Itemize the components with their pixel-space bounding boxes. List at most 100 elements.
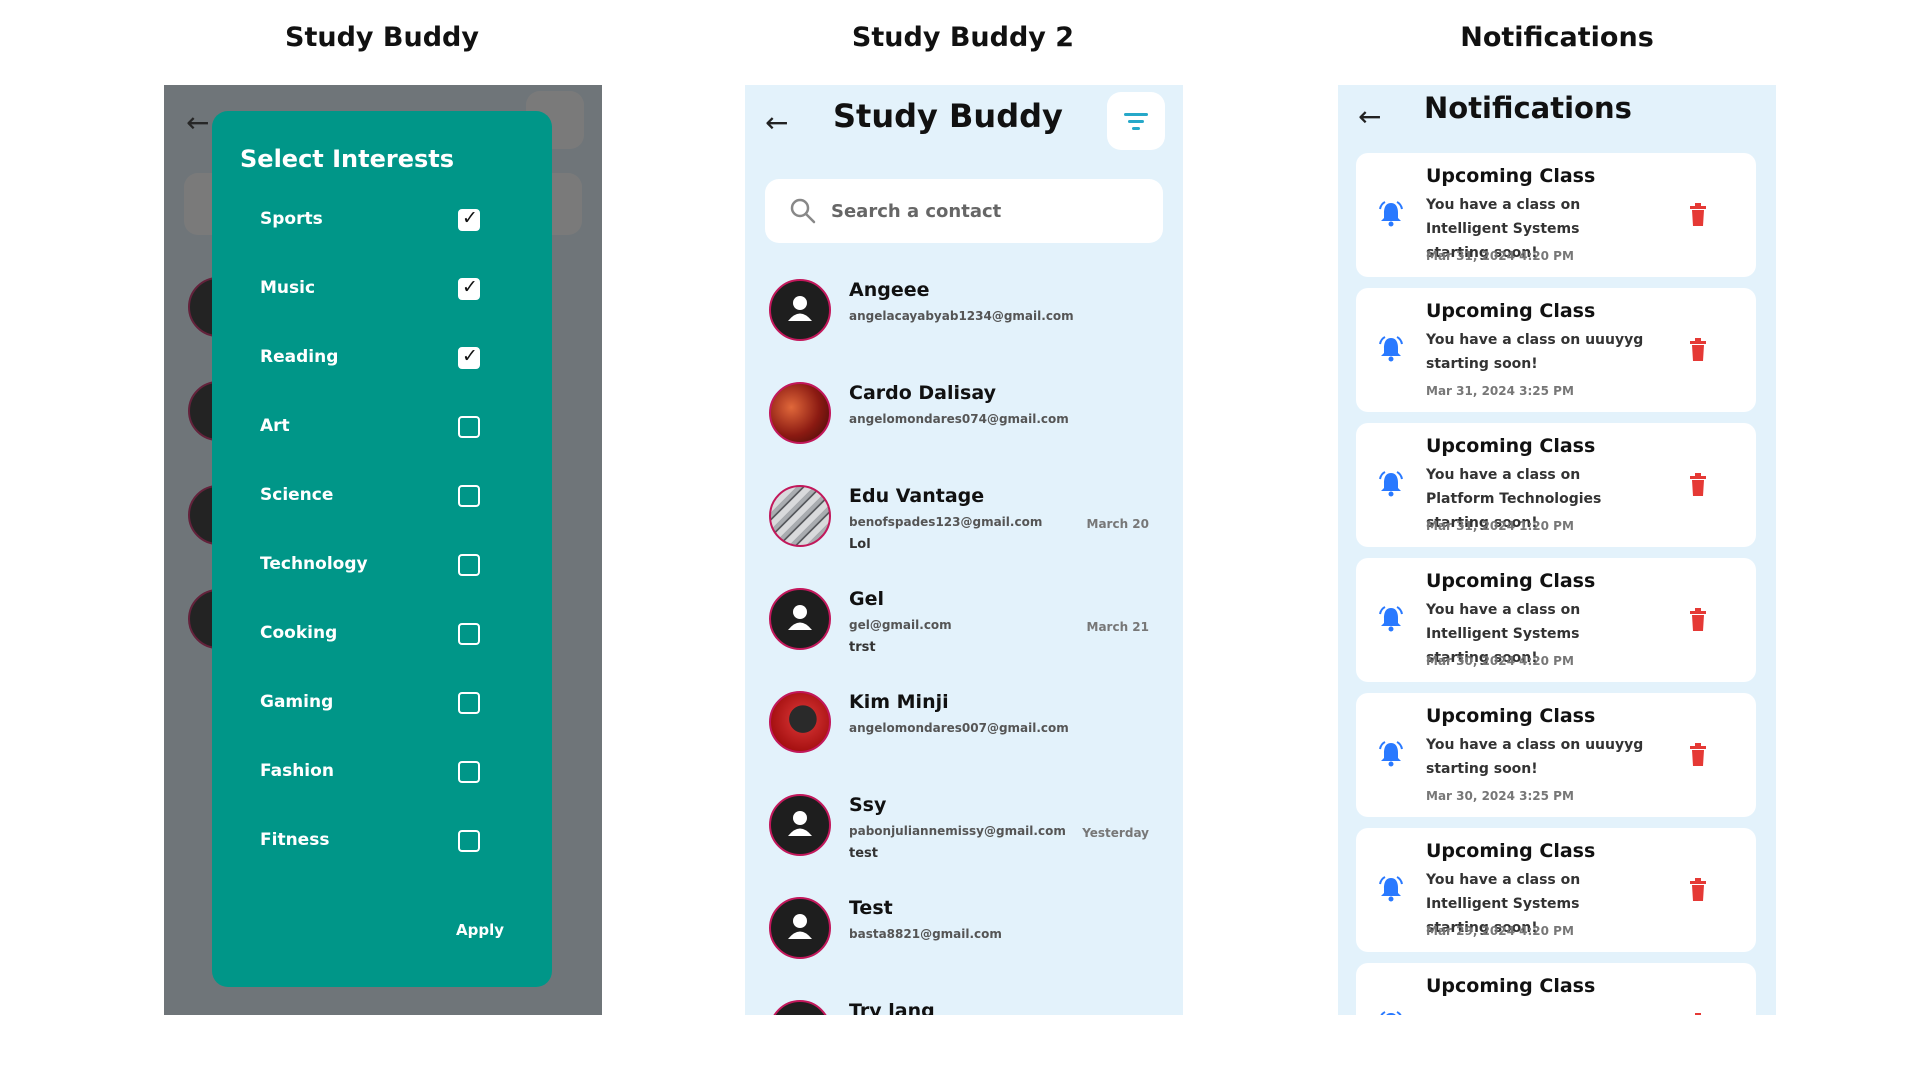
- contact-name: Test: [849, 897, 893, 919]
- contact-list-item[interactable]: Test basta8821@gmail.com: [745, 891, 1183, 991]
- avatar: [769, 588, 831, 650]
- avatar: [769, 279, 831, 341]
- contact-last-message: trst: [849, 640, 876, 655]
- contact-date: March 20: [1086, 517, 1150, 531]
- notification-card[interactable]: Upcoming Class You have a class on uuuyyg…: [1356, 693, 1756, 817]
- contact-email: basta8821@gmail.com: [849, 927, 1002, 941]
- person-icon: [788, 605, 812, 630]
- contact-name: Gel: [849, 588, 884, 610]
- interest-option[interactable]: Technology: [212, 546, 552, 586]
- notification-title: Upcoming Class: [1426, 975, 1596, 997]
- notification-card[interactable]: Upcoming Class You have a class on Platfo…: [1356, 423, 1756, 547]
- delete-icon[interactable]: [1688, 1013, 1708, 1015]
- contact-name: Kim Minji: [849, 691, 949, 713]
- interest-option-label: Technology: [260, 554, 368, 574]
- interest-option[interactable]: Fashion: [212, 753, 552, 793]
- contact-email: benofspades123@gmail.com: [849, 515, 1043, 529]
- delete-icon[interactable]: [1688, 608, 1708, 632]
- interest-option-label: Music: [260, 278, 316, 298]
- interest-option-label: Reading: [260, 347, 339, 367]
- avatar: [769, 485, 831, 547]
- notification-time: Mar 31, 2024 4:20 PM: [1426, 249, 1574, 263]
- interest-option[interactable]: Sports: [212, 201, 552, 241]
- interest-option[interactable]: Art: [212, 408, 552, 448]
- apply-button[interactable]: Apply: [456, 921, 504, 939]
- interest-option[interactable]: Science: [212, 477, 552, 517]
- study-buddy-contacts-screen: ← Study Buddy Angeee angelacayabyab1234@g…: [745, 85, 1183, 1015]
- interest-checkbox[interactable]: [458, 692, 480, 714]
- notification-title: Upcoming Class: [1426, 435, 1596, 457]
- page-title: Study Buddy: [833, 97, 1063, 135]
- interest-option[interactable]: Gaming: [212, 684, 552, 724]
- interest-option[interactable]: Cooking: [212, 615, 552, 655]
- back-arrow-icon[interactable]: ←: [765, 103, 805, 143]
- page-title: Notifications: [1424, 91, 1632, 125]
- notification-card[interactable]: Upcoming Class You have a class on Intell…: [1356, 153, 1756, 277]
- contact-email: angelomondares007@gmail.com: [849, 721, 1069, 735]
- interest-option-label: Sports: [260, 209, 323, 229]
- search-bar: [765, 179, 1163, 243]
- notification-time: Mar 31, 2024 3:25 PM: [1426, 384, 1574, 398]
- avatar: [769, 794, 831, 856]
- delete-icon[interactable]: [1688, 203, 1708, 227]
- person-icon: [771, 1002, 829, 1015]
- contact-email: gel@gmail.com: [849, 618, 952, 632]
- interest-checkbox[interactable]: [458, 554, 480, 576]
- filter-button[interactable]: [1107, 92, 1165, 150]
- interest-checkbox[interactable]: [458, 345, 480, 369]
- contact-date: Yesterday: [1082, 826, 1149, 840]
- interest-checkbox[interactable]: [458, 830, 480, 852]
- notification-title: Upcoming Class: [1426, 165, 1596, 187]
- delete-icon[interactable]: [1688, 743, 1708, 767]
- contact-list-item[interactable]: Edu Vantage benofspades123@gmail.com Lol Ma…: [745, 479, 1183, 579]
- person-icon: [788, 296, 812, 321]
- dialog-title: Select Interests: [240, 145, 455, 173]
- notification-card[interactable]: Upcoming Class You have a class on uuuyyg…: [1356, 288, 1756, 412]
- notification-card[interactable]: Upcoming Class You have a class on Intell…: [1356, 558, 1756, 682]
- contact-date: March 21: [1086, 620, 1150, 634]
- interest-option-label: Fashion: [260, 761, 334, 781]
- contact-list-item[interactable]: Ssy pabonjuliannemissy@gmail.com test Yeste…: [745, 788, 1183, 888]
- interest-option[interactable]: Music: [212, 270, 552, 310]
- interest-checkbox[interactable]: [458, 276, 480, 300]
- interest-option-label: Science: [260, 485, 334, 505]
- delete-icon[interactable]: [1688, 473, 1708, 497]
- interest-option[interactable]: Reading: [212, 339, 552, 379]
- interest-checkbox[interactable]: [458, 623, 480, 645]
- bell-alert-icon: [1379, 336, 1403, 362]
- contact-list-item[interactable]: Cardo Dalisay angelomondares074@gmail.com: [745, 376, 1183, 476]
- notification-title: Upcoming Class: [1426, 300, 1596, 322]
- bell-alert-icon: [1379, 876, 1403, 902]
- notification-title: Upcoming Class: [1426, 840, 1596, 862]
- contact-last-message: Lol: [849, 537, 871, 552]
- interest-option[interactable]: Fitness: [212, 822, 552, 862]
- contact-email: angelomondares074@gmail.com: [849, 412, 1069, 426]
- contact-email: pabonjuliannemissy@gmail.com: [849, 824, 1066, 838]
- contact-name: Cardo Dalisay: [849, 382, 996, 404]
- contact-name: Edu Vantage: [849, 485, 985, 507]
- avatar: [769, 691, 831, 753]
- notification-card[interactable]: Upcoming Class You have a class on Intell…: [1356, 828, 1756, 952]
- contact-list-item[interactable]: Kim Minji angelomondares007@gmail.com: [745, 685, 1183, 785]
- notification-time: Mar 30, 2024 4:20 PM: [1426, 654, 1574, 668]
- delete-icon[interactable]: [1688, 338, 1708, 362]
- contact-email: angelacayabyab1234@gmail.com: [849, 309, 1074, 323]
- contact-list-item[interactable]: Gel gel@gmail.com trst March 21: [745, 582, 1183, 682]
- interest-checkbox[interactable]: [458, 761, 480, 783]
- interest-checkbox[interactable]: [458, 416, 480, 438]
- contact-list-item[interactable]: Angeee angelacayabyab1234@gmail.com: [745, 273, 1183, 373]
- avatar: [769, 1000, 831, 1015]
- interest-checkbox[interactable]: [458, 485, 480, 507]
- contact-name: Ssy: [849, 794, 887, 816]
- contact-last-message: test: [849, 846, 878, 861]
- notification-card[interactable]: Upcoming Class: [1356, 963, 1756, 1015]
- notification-message: You have a class on uuuyyg starting soon…: [1426, 737, 1644, 777]
- interest-checkbox[interactable]: [458, 207, 480, 231]
- contact-list-item[interactable]: Try lang: [745, 994, 1183, 1015]
- back-arrow-icon[interactable]: ←: [1358, 97, 1398, 137]
- delete-icon[interactable]: [1688, 878, 1708, 902]
- search-input[interactable]: [831, 193, 1131, 229]
- notification-title: Upcoming Class: [1426, 705, 1596, 727]
- bell-alert-icon: [1380, 1011, 1402, 1015]
- interest-option-label: Fitness: [260, 830, 330, 850]
